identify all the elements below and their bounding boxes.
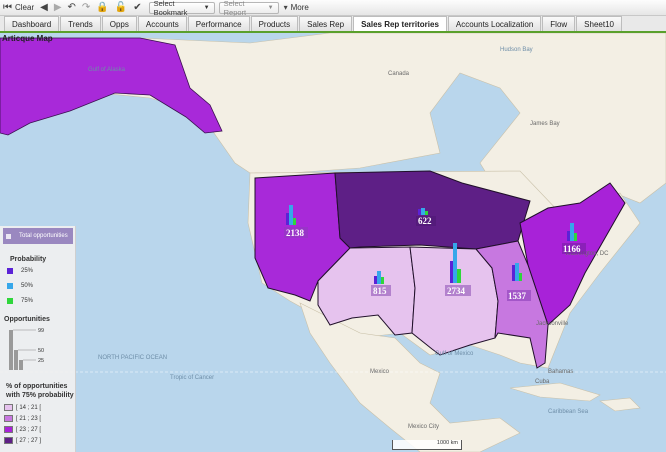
land-label: Jacksonville <box>536 321 569 327</box>
tab-sales-rep-territories[interactable]: Sales Rep territories <box>353 16 447 31</box>
more-icon: ▾ <box>283 2 288 12</box>
tab-products[interactable]: Products <box>250 16 299 31</box>
lock-button[interactable]: 🔒 <box>93 0 111 16</box>
legend-class-1: [ 14 ; 21 [ <box>4 404 41 411</box>
redo-icon: ↷ <box>81 1 91 13</box>
redo-button[interactable]: ↷ <box>79 0 93 16</box>
report-select[interactable]: Select Report ▼ <box>218 0 279 17</box>
tab-trends[interactable]: Trends <box>60 16 101 31</box>
territory-value: 815 <box>373 286 387 296</box>
ocean-label: Tropic of Cancer <box>170 375 214 381</box>
territory-value: 1166 <box>563 244 581 254</box>
swatch <box>7 298 13 304</box>
scale-tick: 50 <box>38 348 44 354</box>
bookmark-select[interactable]: Select Bookmark ▼ <box>148 0 215 17</box>
legend-opportunities-title: Opportunities <box>4 316 50 323</box>
territory-value: 1537 <box>508 291 527 301</box>
ocean-label: Gulf of Alaska <box>88 67 126 73</box>
territory-value: 2734 <box>447 286 466 296</box>
toolbar: ⏮ Clear ◀ ▶ ↶ ↷ 🔒 🔓 ✔ Select Bookmark ▼ … <box>0 0 666 17</box>
back-button[interactable]: ◀ <box>37 0 51 16</box>
swatch <box>4 426 13 433</box>
ocean-label: Caribbean Sea <box>548 409 589 415</box>
tab-dashboard[interactable]: Dashboard <box>4 16 60 31</box>
undo-button[interactable]: ↶ <box>65 0 79 16</box>
legend-probability-title: Probability <box>10 256 47 263</box>
scale-tick: 25 <box>38 358 44 364</box>
back-icon: ◀ <box>40 1 48 13</box>
tab-accounts-localization[interactable]: Accounts Localization <box>447 16 542 31</box>
swatch <box>4 415 13 422</box>
map-title: Articque Map <box>2 34 53 43</box>
tab-flow[interactable]: Flow <box>542 16 576 31</box>
territory-map[interactable]: Gulf of Alaska Hudson Bay Gulf of Mexico… <box>0 33 666 452</box>
scale-bar: 1000 km <box>392 440 462 450</box>
territory-value: 622 <box>418 216 432 226</box>
check-icon: ✔ <box>133 1 142 13</box>
legend-item-probability-50: 50% <box>7 283 33 289</box>
clear-icon: ⏮ <box>3 1 12 13</box>
tab-sales-rep[interactable]: Sales Rep <box>299 16 353 31</box>
legend-pct-title-line2: with 75% probability <box>6 392 74 399</box>
legend-class-2: [ 21 ; 23 [ <box>4 415 41 422</box>
forward-button[interactable]: ▶ <box>51 0 65 16</box>
legend-class-4: [ 27 ; 27 ] <box>4 437 41 444</box>
scale-tick: 99 <box>38 328 44 334</box>
legend-class-3: [ 23 ; 27 [ <box>4 426 41 433</box>
tab-opps[interactable]: Opps <box>101 16 137 31</box>
square-icon <box>6 233 11 239</box>
undo-icon: ↶ <box>67 1 76 13</box>
land-label: James Bay <box>530 121 560 127</box>
swatch <box>4 404 13 411</box>
land-label: Canada <box>388 71 410 77</box>
unlock-icon: 🔓 <box>114 1 128 13</box>
land-label: Mexico City <box>408 424 439 430</box>
unlock-button[interactable]: 🔓 <box>112 0 130 16</box>
territory-value: 2138 <box>286 228 305 238</box>
legend-item-probability-75: 75% <box>7 298 33 304</box>
land-label: Cuba <box>535 379 550 385</box>
legend-item-probability-25: 25% <box>7 268 33 274</box>
forward-icon: ▶ <box>53 1 62 13</box>
check-button[interactable]: ✔ <box>130 0 144 16</box>
tab-sheet10[interactable]: Sheet10 <box>576 16 622 31</box>
ocean-label: NORTH PACIFIC OCEAN <box>98 355 167 361</box>
tab-performance[interactable]: Performance <box>187 16 250 31</box>
sheet-tabs: Dashboard Trends Opps Accounts Performan… <box>0 16 666 33</box>
ocean-label: Gulf of Mexico <box>435 351 474 357</box>
more-button[interactable]: ▾ More <box>281 0 312 16</box>
swatch <box>7 268 13 274</box>
opportunities-size-scale: 99 50 25 <box>9 328 44 370</box>
chevron-down-icon: ▼ <box>203 4 210 11</box>
legend-total-header[interactable]: Total opportunities <box>3 228 73 244</box>
land-label: Mexico <box>370 369 390 375</box>
lock-icon: 🔒 <box>96 1 109 13</box>
legend-pct-title-line1: % of opportunities <box>6 383 68 390</box>
ocean-label: Hudson Bay <box>500 47 533 53</box>
land-label: Bahamas <box>548 369 573 375</box>
swatch <box>4 437 13 444</box>
tab-accounts[interactable]: Accounts <box>137 16 187 31</box>
chevron-down-icon: ▼ <box>267 4 274 11</box>
legend-panel: Total opportunities Probability 25% 50 % … <box>0 226 76 452</box>
clear-button[interactable]: ⏮ Clear <box>0 0 37 16</box>
swatch <box>7 283 13 289</box>
